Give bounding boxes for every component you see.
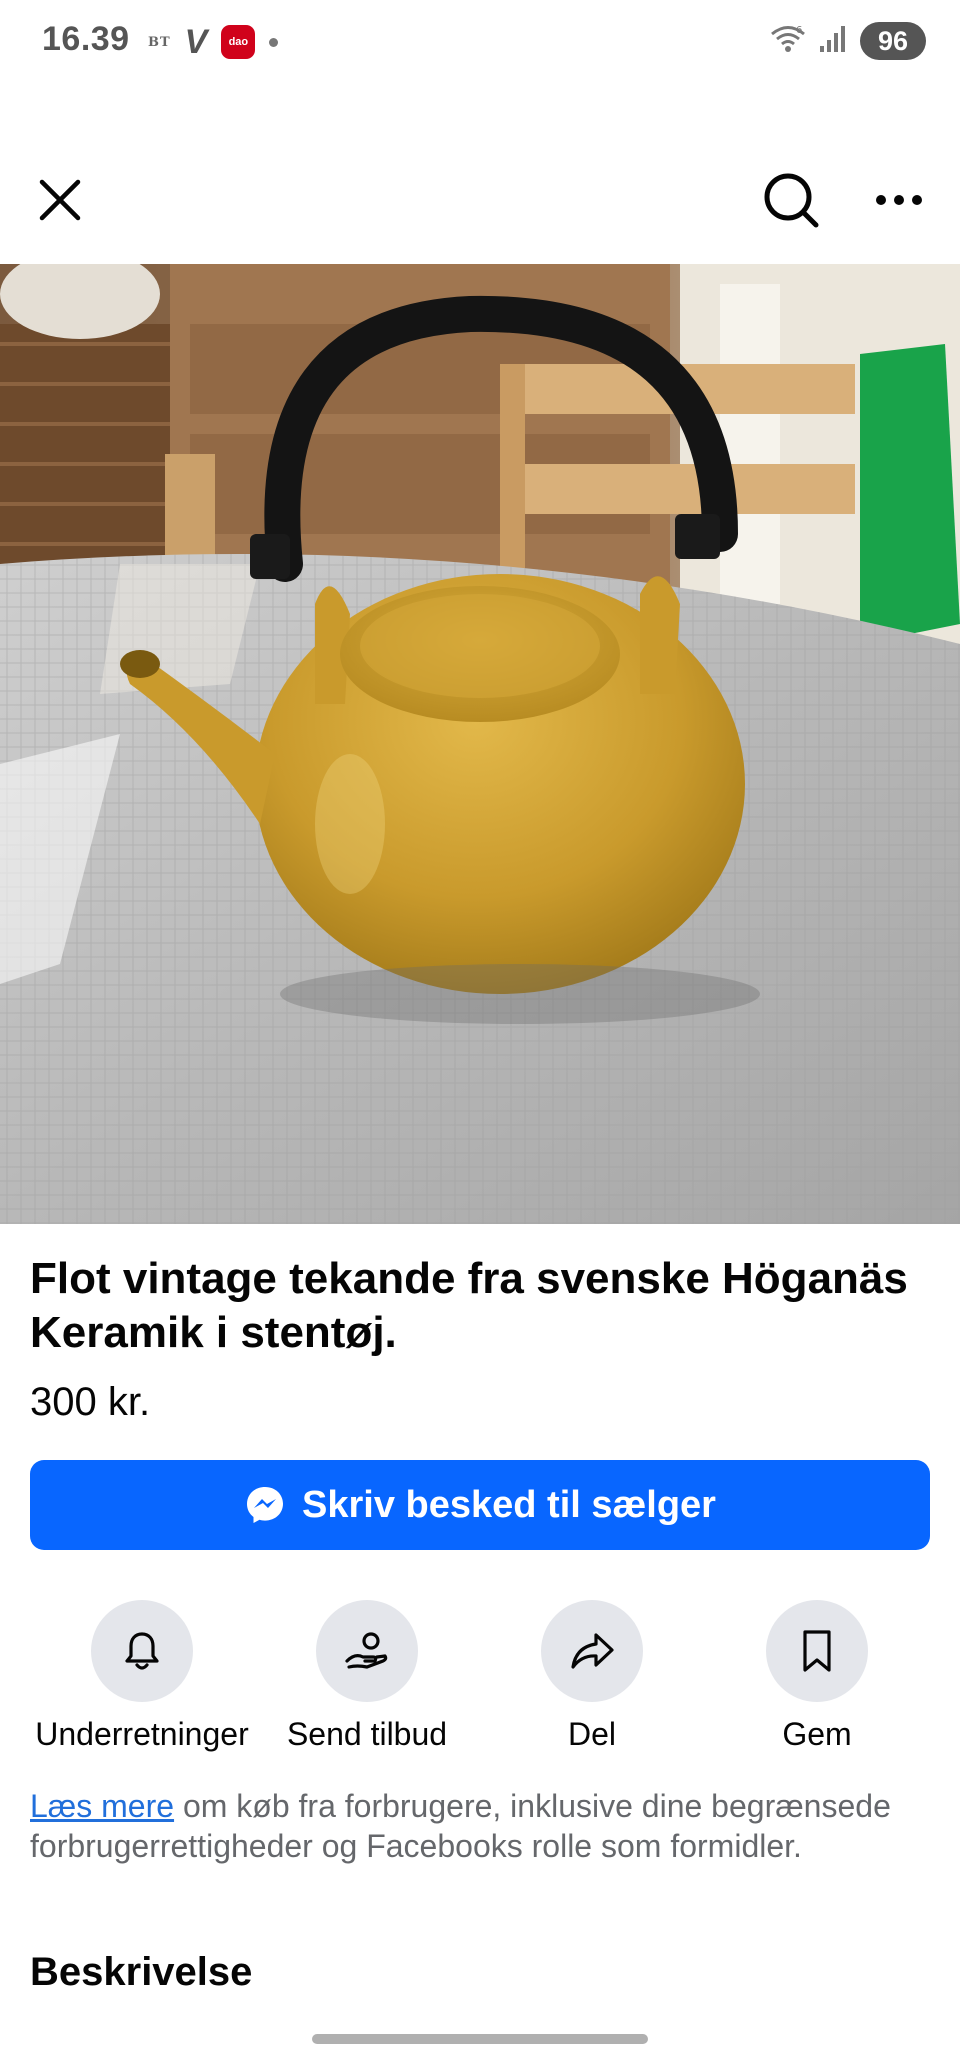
status-indicators: 6 96 (770, 22, 926, 60)
send-offer-label: Send tilbud (286, 1716, 448, 1752)
save-button[interactable]: Gem (697, 1600, 937, 1753)
signal-icon (818, 24, 848, 59)
home-indicator[interactable] (312, 2034, 648, 2044)
share-button[interactable]: Del (472, 1600, 712, 1753)
send-offer-circle (316, 1600, 418, 1702)
message-seller-button[interactable]: Skriv besked til sælger (30, 1460, 930, 1550)
bookmark-icon (803, 1630, 831, 1672)
share-circle (541, 1600, 643, 1702)
message-seller-label: Skriv besked til sælger (302, 1483, 716, 1526)
notifications-label: Underretninger (35, 1716, 249, 1752)
status-bar: 16.39 BT V dao 6 96 (0, 0, 960, 84)
battery-indicator: 96 (860, 22, 926, 60)
close-button[interactable] (25, 165, 95, 235)
notifications-button[interactable]: Underretninger (22, 1600, 262, 1753)
bt-logo-icon: BT (148, 34, 171, 50)
v-logo-icon: V (184, 23, 208, 61)
messenger-icon (247, 1487, 283, 1523)
action-row: Underretninger Send tilbud Del Gem (0, 1600, 960, 1760)
status-app-icons: BT V dao (148, 22, 279, 62)
teapot-photo (0, 264, 960, 1224)
consumer-info-text: Læs mere om køb fra forbrugere, inklusiv… (30, 1786, 930, 1866)
save-circle (766, 1600, 868, 1702)
close-icon (39, 179, 81, 221)
description-heading: Beskrivelse (30, 1950, 253, 1994)
send-offer-button[interactable]: Send tilbud (247, 1600, 487, 1753)
more-options-button[interactable] (864, 165, 934, 235)
bell-icon (125, 1632, 159, 1670)
share-label: Del (567, 1716, 616, 1752)
top-nav (0, 150, 960, 250)
notifications-circle (91, 1600, 193, 1702)
svg-text:6: 6 (796, 25, 802, 36)
search-button[interactable] (756, 165, 826, 235)
listing-title: Flot vintage tekande fra svenske Höganäs… (30, 1254, 908, 1357)
save-label: Gem (782, 1716, 852, 1752)
listing-price: 300 kr. (30, 1380, 151, 1424)
notification-dot-icon (269, 37, 279, 47)
offer-hand-icon (345, 1632, 388, 1669)
more-options-icon (876, 195, 922, 205)
wifi-icon: 6 (770, 23, 806, 60)
search-icon (764, 173, 819, 228)
read-more-link[interactable]: Læs mere (30, 1788, 174, 1824)
listing-photo[interactable] (0, 264, 960, 1224)
share-arrow-icon (571, 1633, 614, 1669)
status-time: 16.39 (42, 20, 130, 58)
dao-logo-icon: dao (221, 25, 256, 59)
